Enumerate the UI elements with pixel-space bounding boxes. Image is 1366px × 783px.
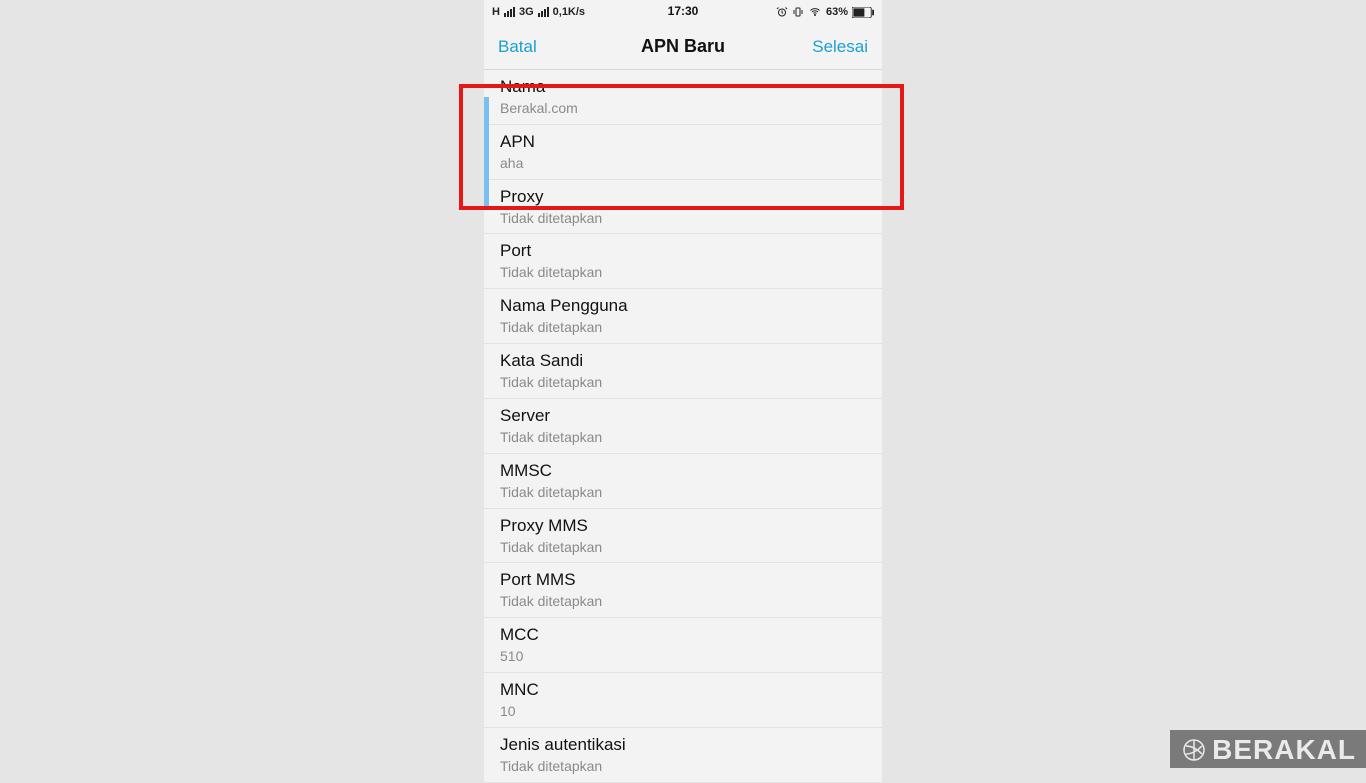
field-value: Tidak ditetapkan xyxy=(500,209,866,228)
apn-field-row[interactable]: NamaBerakal.com xyxy=(484,70,882,125)
apn-field-row[interactable]: APNaha xyxy=(484,125,882,180)
cancel-button[interactable]: Batal xyxy=(484,24,551,70)
apn-field-row[interactable]: ServerTidak ditetapkan xyxy=(484,399,882,454)
apn-field-row[interactable]: Kata SandiTidak ditetapkan xyxy=(484,344,882,399)
field-value: Tidak ditetapkan xyxy=(500,263,866,282)
field-label: Server xyxy=(500,405,866,428)
field-value: Berakal.com xyxy=(500,99,866,118)
field-label: MNC xyxy=(500,679,866,702)
field-value: Tidak ditetapkan xyxy=(500,373,866,392)
field-value: Tidak ditetapkan xyxy=(500,757,866,776)
field-label: MMSC xyxy=(500,460,866,483)
apn-field-row[interactable]: Port MMSTidak ditetapkan xyxy=(484,563,882,618)
field-value: Tidak ditetapkan xyxy=(500,592,866,611)
settings-list[interactable]: NamaBerakal.comAPNahaProxyTidak ditetapk… xyxy=(484,70,882,783)
apn-field-row[interactable]: PortTidak ditetapkan xyxy=(484,234,882,289)
field-label: Port MMS xyxy=(500,569,866,592)
leaf-icon xyxy=(1182,738,1206,762)
apn-field-row[interactable]: MNC10 xyxy=(484,673,882,728)
field-value: 10 xyxy=(500,702,866,721)
watermark-text: BERAKAL xyxy=(1212,734,1356,766)
field-label: Jenis autentikasi xyxy=(500,734,866,757)
field-value: Tidak ditetapkan xyxy=(500,318,866,337)
field-label: Kata Sandi xyxy=(500,350,866,373)
watermark: BERAKAL xyxy=(1170,730,1366,768)
field-label: APN xyxy=(500,131,866,154)
apn-field-row[interactable]: MCC510 xyxy=(484,618,882,673)
apn-field-row[interactable]: Proxy MMSTidak ditetapkan xyxy=(484,509,882,564)
selection-indicator xyxy=(484,97,489,208)
apn-field-row[interactable]: Nama PenggunaTidak ditetapkan xyxy=(484,289,882,344)
apn-field-row[interactable]: ProxyTidak ditetapkan xyxy=(484,180,882,235)
done-button[interactable]: Selesai xyxy=(798,24,882,70)
status-bar: 17:30 H 3G 0,1K/s 63% xyxy=(484,0,882,24)
field-label: Nama xyxy=(500,76,866,99)
field-value: 510 xyxy=(500,647,866,666)
phone-screen: 17:30 H 3G 0,1K/s 63% Batal APN Baru Sel… xyxy=(484,0,882,768)
field-label: Nama Pengguna xyxy=(500,295,866,318)
field-label: Port xyxy=(500,240,866,263)
field-value: Tidak ditetapkan xyxy=(500,428,866,447)
status-time: 17:30 xyxy=(484,4,882,18)
apn-field-row[interactable]: MMSCTidak ditetapkan xyxy=(484,454,882,509)
field-label: Proxy MMS xyxy=(500,515,866,538)
nav-bar: Batal APN Baru Selesai xyxy=(484,24,882,70)
field-value: Tidak ditetapkan xyxy=(500,538,866,557)
field-value: aha xyxy=(500,154,866,173)
apn-field-row[interactable]: Jenis autentikasiTidak ditetapkan xyxy=(484,728,882,783)
field-value: Tidak ditetapkan xyxy=(500,483,866,502)
field-label: MCC xyxy=(500,624,866,647)
page-title: APN Baru xyxy=(641,36,725,57)
field-label: Proxy xyxy=(500,186,866,209)
